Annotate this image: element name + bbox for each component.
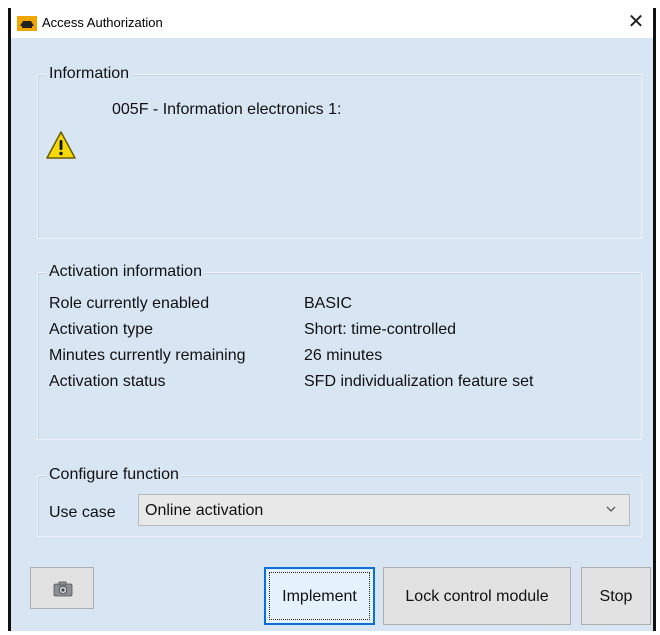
activation-status-label: Activation status	[49, 373, 166, 390]
activation-group-label: Activation information	[47, 263, 204, 281]
activation-type-label: Activation type	[49, 321, 154, 338]
screenshot-button[interactable]	[30, 567, 94, 609]
access-authorization-window: Access Authorization ✕ Information 005F …	[8, 8, 656, 631]
information-group	[37, 74, 642, 239]
implement-button[interactable]: Implement	[264, 567, 375, 625]
camera-icon	[53, 581, 73, 597]
window-title: Access Authorization	[42, 15, 163, 30]
role-label: Role currently enabled	[49, 295, 210, 312]
information-message: 005F - Information electronics 1:	[112, 101, 342, 118]
app-logo-icon	[17, 16, 37, 31]
stop-button[interactable]: Stop	[581, 567, 651, 625]
minutes-remaining-value: 26 minutes	[304, 347, 383, 364]
stop-button-label: Stop	[599, 588, 633, 605]
warning-icon	[46, 131, 76, 159]
activation-type-value: Short: time-controlled	[304, 321, 457, 338]
lock-control-module-button[interactable]: Lock control module	[383, 567, 571, 625]
implement-button-label: Implement	[282, 588, 357, 605]
configure-group-label: Configure function	[47, 466, 181, 484]
use-case-selected-value: Online activation	[145, 502, 264, 519]
role-value: BASIC	[304, 295, 353, 312]
chevron-down-icon	[606, 506, 616, 512]
activation-status-value: SFD individualization feature set	[304, 373, 534, 390]
use-case-label: Use case	[49, 504, 116, 521]
use-case-dropdown[interactable]: Online activation	[138, 494, 630, 526]
title-bar: Access Authorization ✕	[11, 8, 653, 38]
lock-button-label: Lock control module	[405, 588, 549, 605]
minutes-remaining-label: Minutes currently remaining	[49, 347, 246, 364]
close-icon[interactable]: ✕	[625, 10, 647, 34]
information-group-label: Information	[47, 65, 132, 83]
